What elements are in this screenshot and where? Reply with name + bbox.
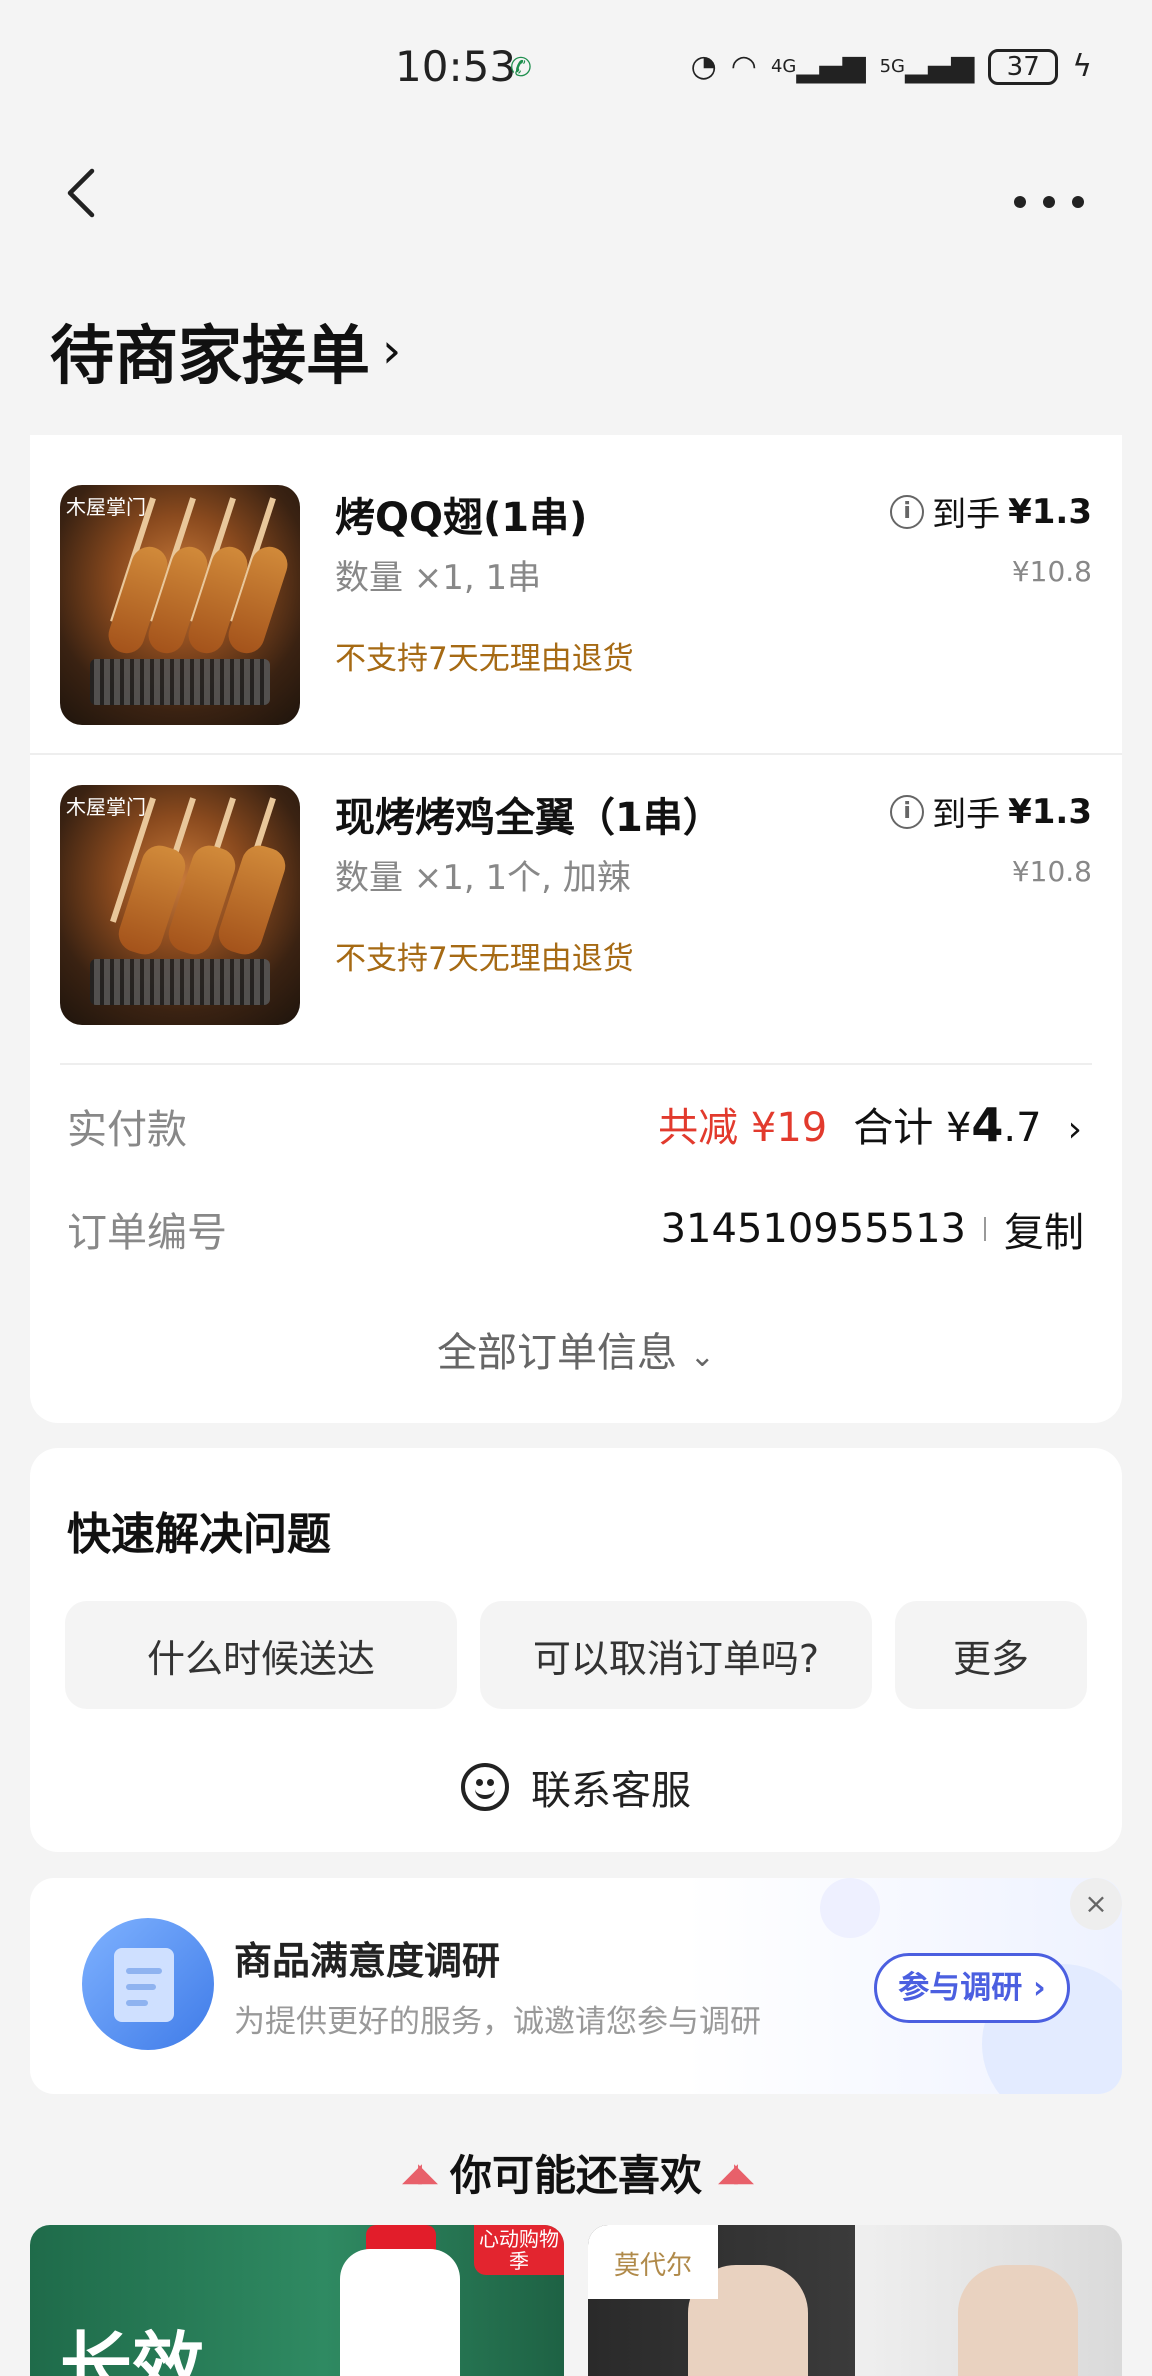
quick-question-button[interactable]: 什么时候送达 [65,1601,457,1709]
copy-button[interactable]: 复制 [1004,1200,1084,1258]
network-4g-label: 4G [770,56,797,77]
network-5g-label: 5G [879,56,905,77]
5g-signal-icon: 5G▂▄▆ [879,49,975,84]
more-dots-icon[interactable] [1014,196,1084,210]
brand-logo: 莫代尔 [588,2225,718,2299]
survey-title: 商品满意度调研 [234,1939,501,1983]
join-survey-button[interactable]: 参与调研 › [874,1953,1070,2023]
order-no-value: 314510955513 [660,1206,966,1252]
quick-question-button[interactable]: 可以取消订单吗? [480,1601,872,1709]
product-item[interactable]: 木屋掌门 现烤烤鸡全翼（1串） 数量 ×1, 1个, 加辣 不支持7天无理由退货… [30,735,1122,1035]
status-time: 10:53 [395,42,517,91]
status-icons: ◔ ◠ 4G▂▄▆ 5G▂▄▆ 37 ϟ [691,46,1092,88]
info-icon[interactable]: i [890,794,925,829]
net-price-row[interactable]: i 到手 ¥1.3 [890,787,1092,836]
speed-icon: ◔ [690,49,717,84]
net-price: ¥1.3 [1008,791,1092,832]
charging-icon: ϟ [1072,49,1092,84]
survey-banner[interactable]: × 商品满意度调研 为提供更好的服务，诚邀请您参与调研 参与调研 › [30,1878,1122,2094]
return-policy: 不支持7天无理由退货 [335,941,634,977]
net-price-label: 到手 [932,795,1001,835]
all-order-info-label: 全部订单信息 [437,1330,678,1376]
total-currency: ¥ [945,1105,972,1151]
contact-service-button[interactable]: 联系客服 [30,1758,1122,1816]
telecom-icon: ✆ [510,53,532,83]
recommend-title: 你可能还喜欢 [449,2151,702,2200]
total-dec: .7 [1003,1105,1042,1151]
total-amount: 合计 ¥4.7 [853,1095,1041,1153]
original-price: ¥10.8 [1011,555,1092,588]
survey-subtitle: 为提供更好的服务，诚邀请您参与调研 [234,2004,761,2040]
info-icon[interactable]: i [890,494,925,529]
4g-signal-icon: 4G▂▄▆ [770,49,866,84]
recommend-product-card[interactable]: 莫代尔 [588,2225,1122,2376]
product-item[interactable]: 木屋掌门 烤QQ翅(1串) 数量 ×1, 1串 不支持7天无理由退货 i 到手 … [30,435,1122,735]
back-arrow-icon[interactable] [62,165,102,221]
separator [984,1217,986,1241]
product-spec: 数量 ×1, 1个, 加辣 [335,858,631,898]
net-price-row[interactable]: i 到手 ¥1.3 [890,487,1092,536]
payment-label: 实付款 [67,1107,187,1153]
recommend-header: ◢◣ 你可能还喜欢 ◢◣ [0,2142,1152,2203]
divider [60,1063,1092,1065]
chevron-right-icon: › [382,323,402,379]
chevron-right-icon: › [1067,1109,1082,1150]
close-icon[interactable]: × [1070,1878,1122,1930]
payment-summary[interactable]: 共减 ¥19 合计 ¥4.7 › [658,1095,1082,1153]
quick-solve-card: 快速解决问题 什么时候送达 可以取消订单吗? 更多 联系客服 [30,1448,1122,1852]
contact-service-label: 联系客服 [531,1768,691,1814]
survey-document-icon [82,1918,214,2050]
quick-solve-title: 快速解决问题 [67,1509,331,1560]
order-status-title[interactable]: 待商家接单 › [50,305,401,397]
product-name: 现烤烤鸡全翼（1串） [335,795,723,841]
saving-amount: 共减 ¥19 [658,1105,828,1151]
product-name: 烤QQ翅(1串) [335,495,588,541]
net-price: ¥1.3 [1008,491,1092,532]
product-thumbnail: 木屋掌门 [60,785,300,1025]
product-image [958,2265,1078,2376]
net-price-label: 到手 [932,495,1001,535]
total-int: 4 [971,1098,1004,1152]
total-label: 合计 [853,1105,934,1151]
order-no-row: 314510955513 复制 [661,1200,1084,1258]
wifi-icon: ◠ [730,49,757,84]
order-no-label: 订单编号 [67,1210,227,1256]
thumb-brand-label: 木屋掌门 [66,795,146,819]
battery-icon: 37 [988,49,1059,85]
order-card: 木屋掌门 烤QQ翅(1串) 数量 ×1, 1串 不支持7天无理由退货 i 到手 … [30,435,1122,1423]
decor-icon: ◢◣ [718,2157,754,2188]
product-thumbnail: 木屋掌门 [60,485,300,725]
recommend-product-text: 长效 [60,2324,205,2376]
decor-icon: ◢◣ [401,2157,438,2188]
customer-service-icon [461,1763,509,1811]
thumb-brand-label: 木屋掌门 [66,495,146,519]
original-price: ¥10.8 [1011,855,1092,888]
order-status-text: 待商家接单 [50,320,370,394]
status-bar: 10:53 ✆ ◔ ◠ 4G▂▄▆ 5G▂▄▆ 37 ϟ [0,0,1152,140]
product-spec: 数量 ×1, 1串 [335,558,542,598]
recommend-product-card[interactable]: 长效 心动购物季 [30,2225,564,2376]
promo-tag: 心动购物季 [474,2225,564,2275]
quick-more-button[interactable]: 更多 [895,1601,1087,1709]
product-image [340,2249,460,2376]
return-policy: 不支持7天无理由退货 [335,641,634,677]
chevron-down-icon: ⌄ [689,1339,715,1374]
all-order-info-toggle[interactable]: 全部订单信息 ⌄ [30,1320,1122,1378]
